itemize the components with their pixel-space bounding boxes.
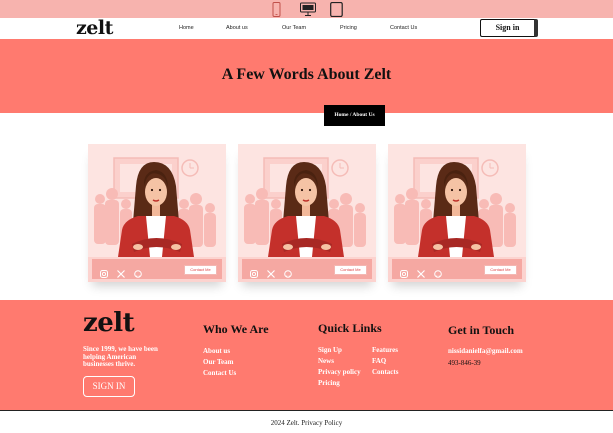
card-footer: Contact Me [238,257,376,282]
nav-link-home[interactable]: Home [179,25,194,31]
x-twitter-icon[interactable] [267,265,275,283]
footer-link-contact[interactable]: Contact Us [203,368,236,379]
card-footer: Contact Me [88,257,226,282]
instagram-icon[interactable] [400,265,408,283]
github-icon[interactable] [134,265,142,283]
footer-logo[interactable]: zelt [83,310,135,336]
mobile-device-icon[interactable] [272,2,281,17]
nav-link-about[interactable]: About us [226,25,248,31]
github-icon[interactable] [284,265,292,283]
quick-links-col-1: Sign Up News Privacy policy Pricing [318,345,361,389]
top-nav: zelt Home About us Our Team Pricing Cont… [0,18,613,39]
site-footer: zelt Since 1999, we have been helping Am… [0,300,613,410]
team-card: Contact Me [88,144,226,282]
footer-link-sign-up[interactable]: Sign Up [318,345,361,356]
copyright-bar: 2024 Zelt. Privacy Policy [0,410,613,433]
footer-about-text: Since 1999, we have been helping America… [83,345,158,368]
brand-logo[interactable]: zelt [76,19,113,38]
who-we-are-links: About us Our Team Contact Us [203,346,236,379]
footer-link-faq[interactable]: FAQ [372,356,398,367]
tablet-device-icon[interactable] [330,2,343,17]
footer-link-team[interactable]: Our Team [203,357,236,368]
team-member-illustration [238,144,376,257]
instagram-icon[interactable] [100,265,108,283]
copyright-text: 2024 Zelt. Privacy Policy [270,419,343,427]
x-twitter-icon[interactable] [117,265,125,283]
footer-link-features[interactable]: Features [372,345,398,356]
contact-me-button[interactable]: Contact Me [334,265,367,275]
breadcrumb[interactable]: Home / About Us [324,105,385,126]
contact-me-button[interactable]: Contact Me [184,265,217,275]
team-member-illustration [88,144,226,257]
nav-link-team[interactable]: Our Team [282,25,306,31]
x-twitter-icon[interactable] [417,265,425,283]
quick-links-col-2: Features FAQ Contacts [372,345,398,378]
desktop-device-icon[interactable] [300,2,316,17]
instagram-icon[interactable] [250,265,258,283]
footer-link-contacts[interactable]: Contacts [372,367,398,378]
footer-link-pricing[interactable]: Pricing [318,378,361,389]
contact-phone: 493-846-39 [448,359,481,367]
nav-link-pricing[interactable]: Pricing [340,25,357,31]
footer-sign-in-button[interactable]: SIGN IN [83,376,135,397]
get-in-touch-heading: Get in Touch [448,323,515,337]
nav-link-contact[interactable]: Contact Us [390,25,417,31]
team-member-illustration [388,144,526,257]
page-title: A Few Words About Zelt [221,66,392,83]
contact-email[interactable]: nissidanielfa@gmail.com [448,347,523,355]
footer-link-about[interactable]: About us [203,346,236,357]
card-footer: Contact Me [388,257,526,282]
quick-links-heading: Quick Links [318,321,382,335]
github-icon[interactable] [434,265,442,283]
team-card: Contact Me [388,144,526,282]
hero-banner: A Few Words About Zelt [0,39,613,113]
team-card: Contact Me [238,144,376,282]
footer-link-privacy[interactable]: Privacy policy [318,367,361,378]
contact-me-button[interactable]: Contact Me [484,265,517,275]
device-preview-bar [0,0,613,18]
footer-link-news[interactable]: News [318,356,361,367]
sign-in-button[interactable]: Sign in [480,19,538,37]
who-we-are-heading: Who We Are [203,322,269,336]
